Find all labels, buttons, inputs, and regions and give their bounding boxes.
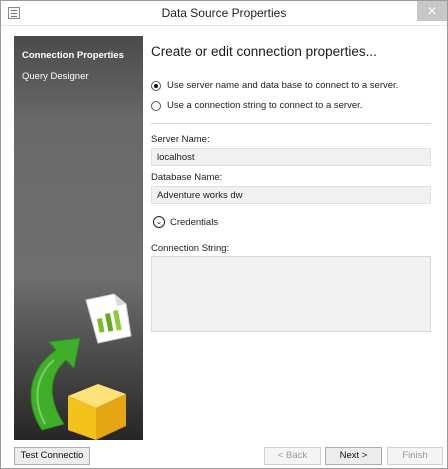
chevron-down-icon[interactable]: ⌄ — [153, 216, 165, 228]
connection-string-label: Connection String: — [151, 243, 230, 254]
credentials-expander[interactable]: ⌄ Credentials — [153, 216, 218, 228]
sidebar-item-query-designer[interactable]: Query Designer — [22, 71, 89, 82]
cube-icon — [68, 384, 126, 440]
connection-string-input[interactable] — [151, 256, 431, 332]
option-server-database[interactable]: Use server name and data base to connect… — [151, 80, 398, 91]
radio-unselected-icon[interactable] — [151, 100, 161, 111]
divider — [151, 123, 431, 124]
server-name-input[interactable]: localhost — [151, 148, 431, 166]
footer-bar: Test Connectio < Back Next > Finish — [1, 446, 447, 468]
radio-selected-icon[interactable] — [151, 80, 161, 91]
test-connection-button[interactable]: Test Connectio — [14, 447, 90, 465]
back-button[interactable]: < Back — [264, 447, 321, 465]
sidebar-item-connection-properties[interactable]: Connection Properties — [22, 50, 124, 61]
page-heading: Create or edit connection properties... — [151, 44, 377, 59]
finish-button[interactable]: Finish — [387, 447, 443, 465]
option-server-database-label: Use server name and data base to connect… — [167, 80, 399, 91]
window-title: Data Source Properties — [161, 6, 287, 20]
database-name-label: Database Name: — [151, 172, 223, 183]
database-name-input[interactable]: Adventure works dw — [151, 186, 431, 204]
sidebar: Connection Properties Query Designer — [14, 36, 143, 440]
chart-document-icon — [85, 293, 132, 344]
server-name-label: Server Name: — [151, 134, 210, 145]
next-button[interactable]: Next > — [325, 447, 382, 465]
title-bar: Data Source Properties ✕ — [1, 1, 447, 26]
close-button[interactable]: ✕ — [417, 1, 447, 21]
option-connection-string-label: Use a connection string to connect to a … — [167, 100, 363, 111]
credentials-label[interactable]: Credentials — [170, 217, 218, 228]
data-source-illustration — [30, 293, 132, 440]
dialog-window: Data Source Properties ✕ Connection Prop… — [0, 0, 448, 469]
option-connection-string[interactable]: Use a connection string to connect to a … — [151, 100, 362, 111]
main-panel: Create or edit connection properties... … — [151, 36, 431, 440]
